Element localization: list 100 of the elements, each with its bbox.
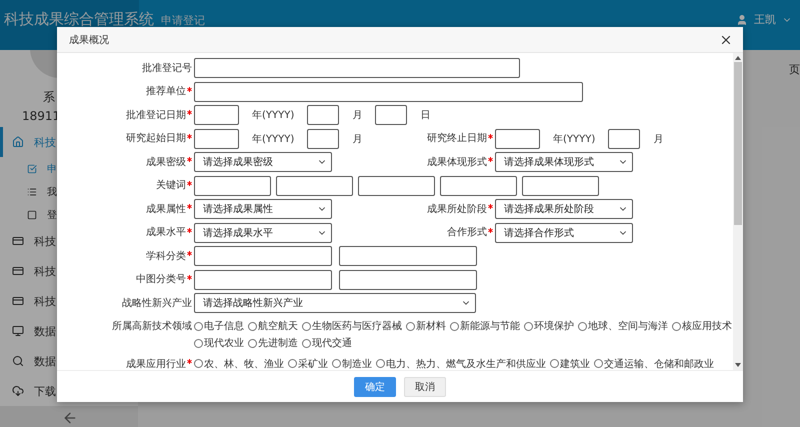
nav-item[interactable]: 数据 [0, 346, 56, 376]
radio-option[interactable]: 电力、热力、燃气及水生产和供应业 [376, 356, 546, 370]
text-field[interactable] [358, 176, 435, 196]
unit-label: 日 [420, 109, 430, 122]
text-field[interactable] [276, 176, 353, 196]
square-icon [27, 210, 37, 220]
tab-label[interactable]: 页 [789, 62, 800, 82]
radio-option[interactable]: 先进制造 [248, 336, 298, 350]
text-field[interactable] [307, 128, 340, 148]
select-field[interactable]: 请选择战略性新兴产业 [194, 293, 476, 313]
field-label: 成果体现形式 [427, 156, 487, 168]
required-mark-icon [187, 86, 192, 92]
unit-label: 年(YYYY) [252, 109, 294, 122]
text-field[interactable] [194, 128, 239, 148]
field-label: 中图分类号 [136, 272, 186, 286]
text-field[interactable] [339, 270, 477, 290]
required-mark-icon [187, 157, 192, 162]
text-field[interactable] [339, 246, 477, 266]
radio-option[interactable]: 农、林、牧、渔业 [194, 356, 284, 370]
nav-item[interactable]: 科技 [0, 226, 56, 256]
monitor-icon [12, 325, 24, 337]
radio-option[interactable]: 生物医药与医疗器械 [302, 318, 402, 334]
nav-item[interactable]: 数据 [0, 316, 56, 346]
scrollbar-thumb[interactable] [734, 62, 742, 225]
required-mark-icon [488, 134, 493, 138]
nav-item[interactable]: 科技 [0, 286, 56, 316]
unit-label: 月 [352, 132, 362, 146]
text-field[interactable] [495, 128, 540, 148]
required-mark-icon [488, 228, 493, 232]
field-label: 推荐单位 [146, 84, 186, 98]
field-label: 研究起始日期 [126, 132, 186, 145]
required-mark-icon [187, 359, 192, 364]
field-label: 成果应用行业 [126, 358, 186, 370]
field-label: 所属高新技术领域 [112, 320, 192, 333]
radio-option[interactable]: 采矿业 [288, 356, 328, 370]
card-icon [12, 235, 24, 247]
card-icon [12, 265, 24, 277]
scroll-down-icon[interactable] [735, 363, 741, 367]
field-label: 战略性新兴产业 [122, 296, 192, 310]
field-label: 学科分类 [146, 250, 186, 262]
list-icon [27, 186, 37, 196]
field-label: 成果密级 [146, 156, 186, 168]
cloud-download-icon [12, 385, 24, 397]
text-field[interactable] [194, 246, 332, 266]
select-field[interactable]: 请选择成果密级 [194, 152, 332, 172]
radio-option[interactable]: 交通运输、仓储和邮政业 [594, 356, 714, 370]
text-field[interactable] [194, 82, 583, 102]
scroll-up-icon[interactable] [735, 56, 741, 60]
required-mark-icon [488, 204, 493, 209]
checkbox-icon [27, 164, 37, 174]
card-icon [12, 295, 24, 307]
text-field[interactable] [194, 105, 239, 125]
required-mark-icon [187, 274, 192, 280]
user-name: 系 [43, 90, 55, 104]
select-field[interactable]: 请选择成果水平 [194, 222, 332, 242]
unit-label: 年(YYYY) [553, 132, 596, 146]
required-mark-icon [187, 134, 192, 138]
unit-label: 年(YYYY) [252, 132, 294, 146]
text-field[interactable] [307, 105, 340, 125]
radio-option[interactable]: 建筑业 [550, 356, 590, 370]
radio-option[interactable]: 地球、空间与海洋 [578, 318, 668, 334]
required-mark-icon [187, 251, 192, 256]
radio-option[interactable]: 新能源与节能 [450, 318, 520, 334]
text-field[interactable] [522, 176, 599, 196]
search-icon [12, 355, 24, 367]
radio-option[interactable]: 电子信息 [194, 318, 244, 334]
field-label: 成果水平 [146, 226, 186, 239]
required-mark-icon [187, 204, 192, 209]
radio-option[interactable]: 新材料 [406, 318, 446, 334]
cancel-button[interactable]: 取消 [404, 376, 446, 396]
radio-option[interactable]: 航空航天 [248, 318, 298, 334]
text-field[interactable] [440, 176, 517, 196]
field-label: 研究终止日期 [427, 132, 487, 145]
field-label: 成果属性 [146, 202, 186, 216]
dialog-title: 成果概况 [69, 34, 109, 46]
required-mark-icon [187, 110, 192, 115]
radio-option[interactable]: 制造业 [332, 356, 372, 370]
text-field[interactable] [194, 270, 332, 290]
text-field[interactable] [608, 128, 640, 148]
select-field[interactable]: 请选择成果属性 [194, 199, 332, 219]
nav-item[interactable]: 科技 [0, 256, 56, 286]
field-label: 成果所处阶段 [427, 202, 487, 216]
scrollbar[interactable] [733, 53, 743, 370]
select-field[interactable]: 请选择合作形式 [495, 222, 633, 242]
radio-option[interactable]: 核应用技术 [672, 318, 732, 334]
unit-label: 月 [352, 109, 362, 122]
field-label: 批准登记日期 [126, 108, 186, 122]
unit-label: 月 [653, 132, 664, 146]
nav-subitem[interactable]: 我 [0, 180, 57, 203]
radio-option[interactable]: 环境保护 [524, 318, 574, 334]
phone-number: 18911 [22, 109, 60, 123]
text-field[interactable] [194, 58, 520, 78]
radio-option[interactable]: 现代农业 [194, 336, 244, 350]
text-field[interactable] [194, 176, 271, 196]
text-field[interactable] [375, 105, 408, 125]
nav-item[interactable]: 下载 [0, 376, 56, 406]
select-field[interactable]: 请选择成果所处阶段 [495, 199, 633, 219]
radio-option[interactable]: 现代交通 [302, 336, 352, 350]
nav-subitem[interactable]: 登 [0, 203, 57, 226]
select-field[interactable]: 请选择成果体现形式 [495, 152, 633, 172]
